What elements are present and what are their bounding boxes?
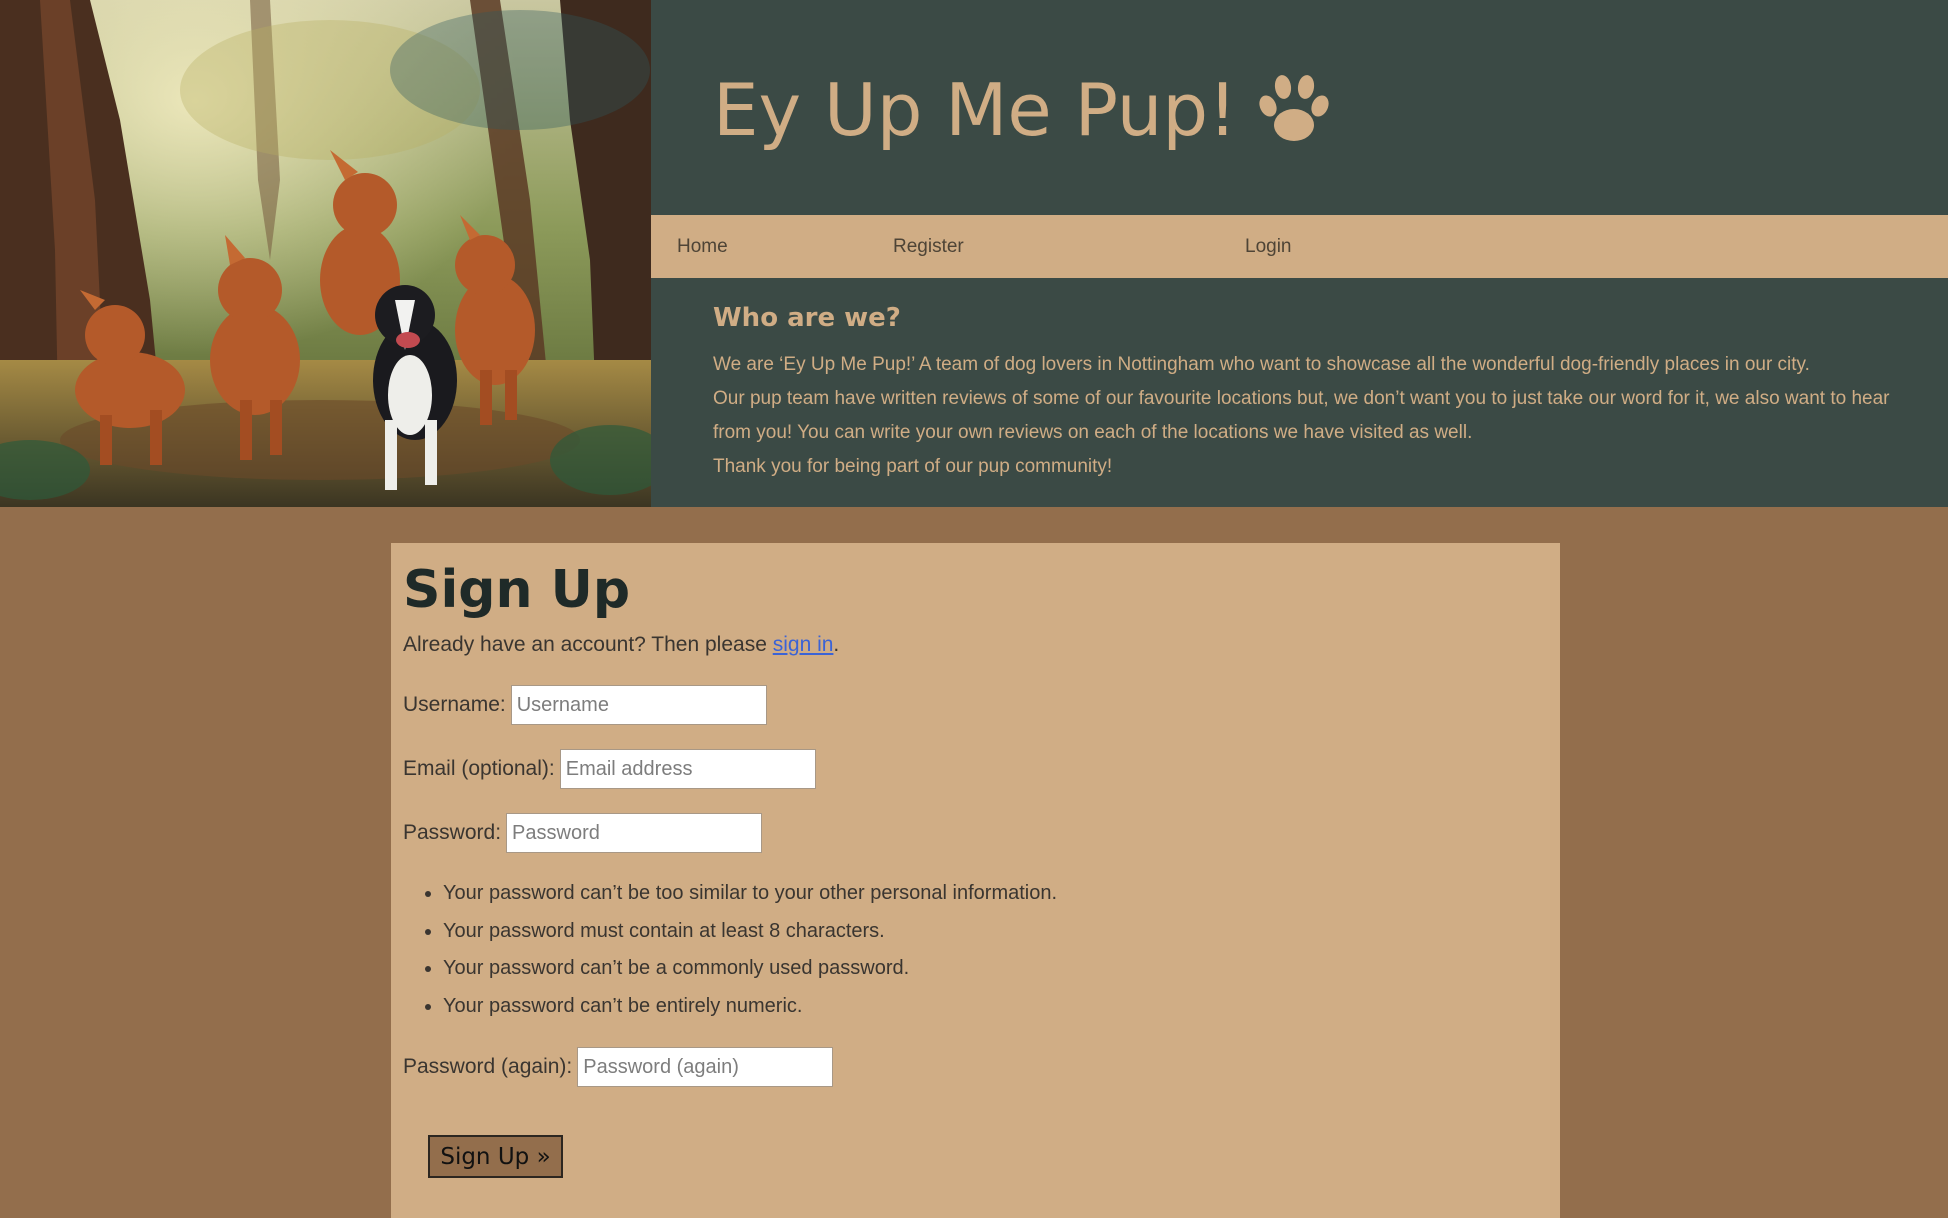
signup-submit-button[interactable]: Sign Up » (428, 1135, 563, 1178)
signup-panel: Sign Up Already have an account? Then pl… (391, 543, 1560, 1218)
email-label: Email (optional): (403, 757, 555, 780)
about-paragraph: Our pup team have written reviews of som… (713, 388, 1890, 443)
password-help-list: Your password can’t be too similar to yo… (403, 875, 1057, 1025)
nav-login-link[interactable]: Login (1245, 215, 1292, 278)
site-title-text: Ey Up Me Pup! (713, 68, 1237, 152)
site-title: Ey Up Me Pup! (713, 55, 1333, 165)
paw-icon (1259, 75, 1329, 142)
username-label: Username: (403, 693, 506, 716)
about-paragraph: We are ‘Ey Up Me Pup!’ A team of dog lov… (713, 354, 1810, 375)
about-text: We are ‘Ey Up Me Pup!’ A team of dog lov… (713, 348, 1903, 484)
signup-title: Sign Up (403, 560, 631, 620)
signin-prompt-end: . (833, 633, 840, 656)
password-again-row: Password (again): (403, 1045, 834, 1089)
signin-prompt-text: Already have an account? Then please (403, 633, 773, 656)
site-header: Ey Up Me Pup! (651, 0, 1948, 215)
hero-dogs-image (0, 0, 651, 507)
nav-home-link[interactable]: Home (677, 215, 728, 278)
password-input[interactable] (506, 813, 763, 853)
password-help-item: Your password can’t be a commonly used p… (443, 950, 1057, 988)
password-row: Password: (403, 811, 763, 855)
about-paragraph: Thank you for being part of our pup comm… (713, 456, 1113, 477)
password-help-item: Your password must contain at least 8 ch… (443, 913, 1057, 951)
password-label: Password: (403, 821, 502, 844)
password-again-label: Password (again): (403, 1055, 573, 1078)
nav-register-link[interactable]: Register (893, 215, 964, 278)
about-heading: Who are we? (713, 303, 901, 333)
main-nav: Home Register Login (651, 215, 1948, 278)
email-input[interactable] (559, 749, 816, 789)
about-section: Who are we? We are ‘Ey Up Me Pup!’ A tea… (651, 278, 1948, 507)
username-row: Username: (403, 683, 767, 727)
signin-prompt: Already have an account? Then please sig… (403, 628, 839, 662)
email-row: Email (optional): (403, 747, 816, 791)
username-input[interactable] (510, 685, 767, 725)
password-again-input[interactable] (577, 1047, 834, 1087)
password-help-item: Your password can’t be entirely numeric. (443, 988, 1057, 1026)
password-help-item: Your password can’t be too similar to yo… (443, 875, 1057, 913)
signin-link[interactable]: sign in (773, 633, 834, 656)
